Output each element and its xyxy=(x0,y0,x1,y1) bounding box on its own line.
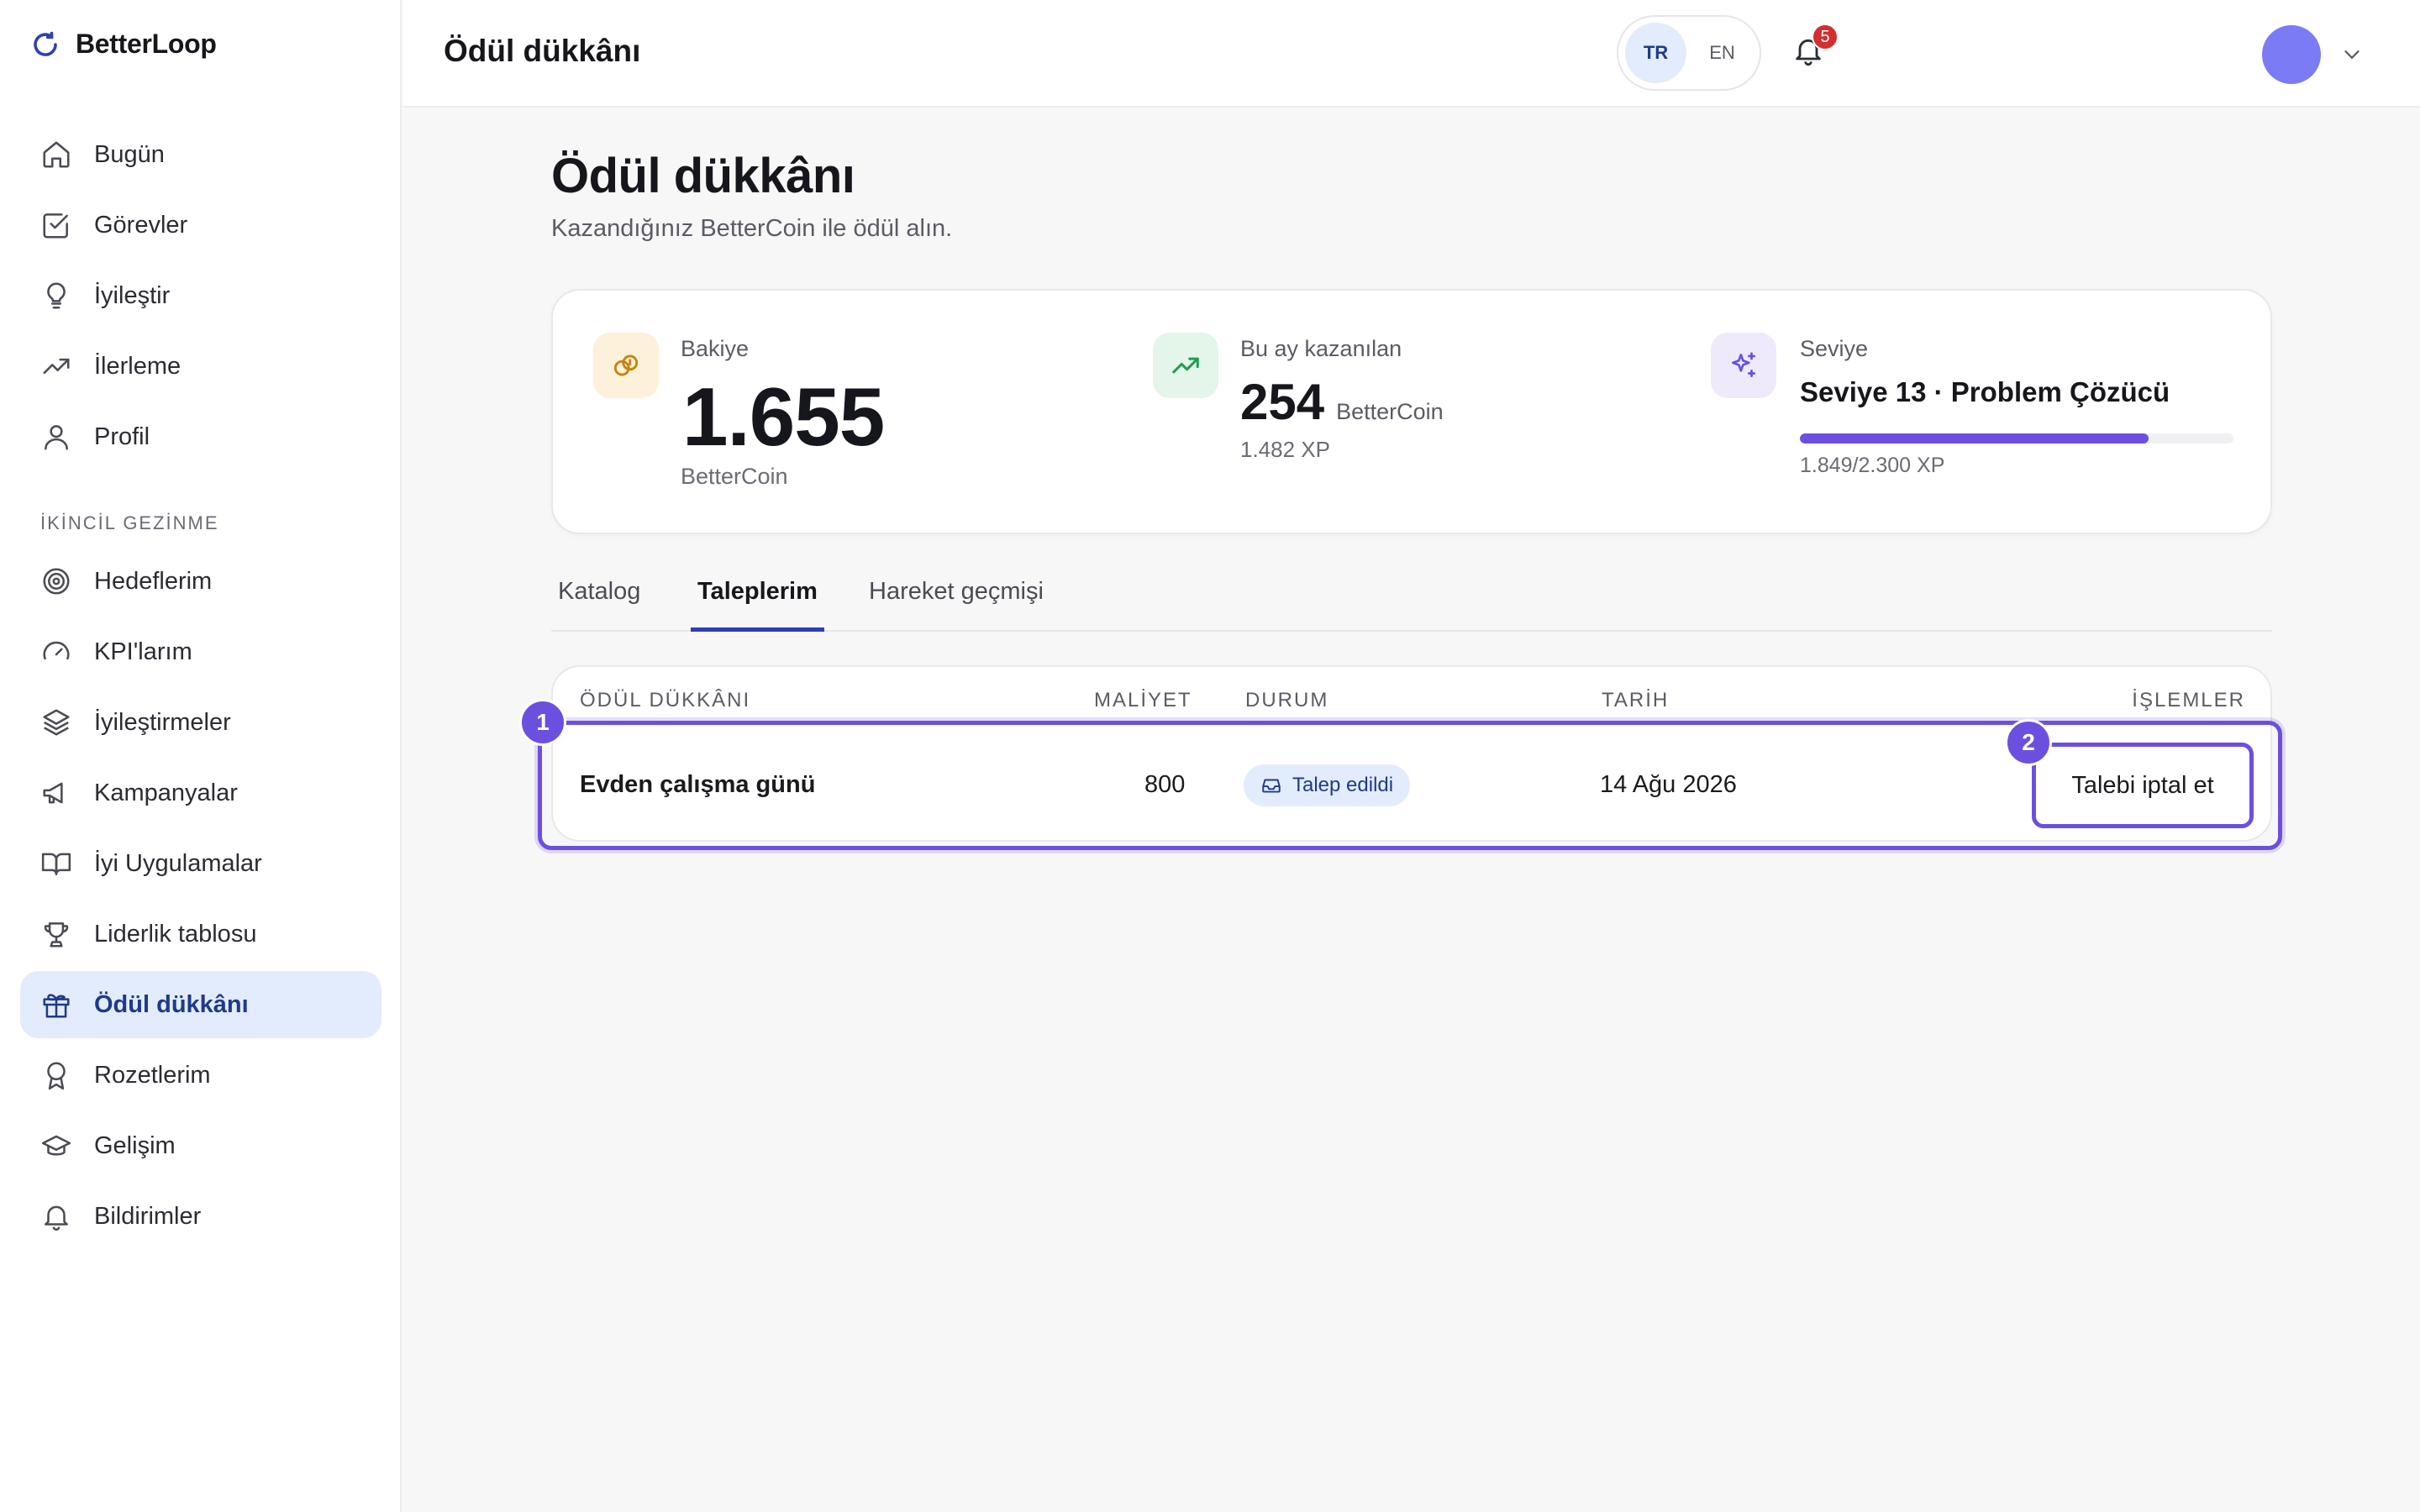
sidebar-item-label: Bildirimler xyxy=(94,1202,202,1230)
monthly-earned-value: 254 BetterCoin xyxy=(1240,373,1444,431)
sidebar-item-leaderboard[interactable]: Liderlik tablosu xyxy=(20,900,381,968)
cancel-request-button[interactable]: Talebi iptal et xyxy=(2032,743,2254,828)
row-date: 14 Ağu 2026 xyxy=(1600,771,1737,798)
sidebar-item-profile[interactable]: Profil xyxy=(20,403,381,470)
sidebar-item-tasks[interactable]: Görevler xyxy=(20,192,381,259)
annotation-marker-1: 1 xyxy=(519,699,566,746)
sidebar-item-progress[interactable]: İlerleme xyxy=(20,333,381,400)
home-icon xyxy=(43,141,70,168)
brand-name: BetterLoop xyxy=(76,29,217,59)
gift-icon xyxy=(43,994,70,1018)
language-switcher: TR EN xyxy=(1617,15,1761,91)
brand[interactable]: BetterLoop xyxy=(30,29,217,60)
balance-value: 1.655 xyxy=(682,370,885,463)
level-progress-fill xyxy=(1800,433,2149,444)
trending-up-icon xyxy=(1172,357,1199,374)
monthly-earned-number: 254 xyxy=(1240,374,1325,430)
row-cost: 800 xyxy=(1144,771,1186,798)
status-badge-label: Talep edildi xyxy=(1292,774,1394,796)
sidebar-item-notifications[interactable]: Bildirimler xyxy=(20,1183,381,1250)
sidebar-item-improve[interactable]: İyileştir xyxy=(20,262,381,329)
column-header-date: TARİH xyxy=(1602,689,1670,711)
notification-count-badge: 5 xyxy=(1812,24,1839,50)
page-title: Ödül dükkânı xyxy=(551,149,855,203)
user-icon xyxy=(45,425,68,450)
sidebar-item-reward-shop[interactable]: Ödül dükkânı xyxy=(20,971,381,1038)
column-header-status: DURUM xyxy=(1245,689,1329,711)
trending-up-icon xyxy=(43,358,70,375)
tab-transaction-history[interactable]: Hareket geçmişi xyxy=(862,578,1050,632)
chevron-down-icon[interactable] xyxy=(2339,42,2365,67)
language-en-button[interactable]: EN xyxy=(1691,23,1753,83)
column-header-actions: İŞLEMLER xyxy=(2132,689,2245,711)
gauge-icon xyxy=(43,641,70,660)
sidebar-item-label: İlerleme xyxy=(94,352,182,380)
tab-bar: Katalog Taleplerim Hareket geçmişi xyxy=(551,564,2272,632)
inbox-icon xyxy=(1262,779,1281,793)
topbar: Ödül dükkânı xyxy=(403,0,2420,108)
level-title: Seviye 13 · Problem Çözücü xyxy=(1800,376,2170,407)
award-icon xyxy=(47,1062,66,1090)
sidebar-item-development[interactable]: Gelişim xyxy=(20,1112,381,1179)
sidebar-item-label: İyi Uygulamalar xyxy=(94,849,262,877)
stats-card: Bakiye 1.655 BetterCoin Bu ay kazanılan … xyxy=(551,289,2272,534)
avatar[interactable] xyxy=(2262,25,2321,84)
monthly-earned-unit: BetterCoin xyxy=(1336,399,1444,424)
column-header-reward: ÖDÜL DÜKKÂNI xyxy=(580,689,751,711)
sidebar-item-improvements[interactable]: İyileştirmeler xyxy=(20,689,381,756)
megaphone-icon xyxy=(43,782,63,804)
lightbulb-icon xyxy=(47,282,66,309)
sidebar-item-label: Gelişim xyxy=(94,1131,176,1159)
row-reward-name: Evden çalışma günü xyxy=(580,771,816,798)
level-label: Seviye xyxy=(1800,336,1869,361)
sidebar-item-label: KPI'larım xyxy=(94,638,192,665)
level-progress-bar xyxy=(1800,433,2233,444)
sparkles-icon-tile xyxy=(1711,333,1776,398)
sidebar-item-label: İyileştirmeler xyxy=(94,708,231,736)
sidebar-item-label: Rozetlerim xyxy=(94,1061,211,1089)
book-icon xyxy=(41,853,71,875)
balance-label: Bakiye xyxy=(681,336,750,361)
trophy-icon xyxy=(44,922,69,948)
status-badge: Talep edildi xyxy=(1244,764,1411,806)
balance-unit: BetterCoin xyxy=(681,464,788,489)
sidebar-item-label: Ödül dükkânı xyxy=(94,990,249,1018)
language-tr-button[interactable]: TR xyxy=(1625,23,1686,83)
sidebar: BetterLoop Bugün Görevler İyileştir İler… xyxy=(0,0,402,1512)
annotation-marker-2: 2 xyxy=(2005,719,2052,766)
sidebar-item-campaigns[interactable]: Kampanyalar xyxy=(20,759,381,827)
coins-icon-tile xyxy=(593,333,659,398)
sidebar-item-label: İyileştir xyxy=(94,281,171,309)
sidebar-item-label: Hedeflerim xyxy=(94,567,213,595)
layers-icon xyxy=(43,709,70,736)
tab-my-requests[interactable]: Taleplerim xyxy=(691,578,824,632)
monthly-earned-label: Bu ay kazanılan xyxy=(1240,336,1402,361)
tab-catalog[interactable]: Katalog xyxy=(551,578,647,632)
sidebar-item-label: Bugün xyxy=(94,140,165,168)
sidebar-item-label: Görevler xyxy=(94,211,188,239)
target-icon xyxy=(43,568,70,595)
monthly-xp: 1.482 XP xyxy=(1240,437,1330,462)
sidebar-item-label: Profil xyxy=(94,423,150,450)
sidebar-item-label: Kampanyalar xyxy=(94,779,238,806)
sidebar-item-today[interactable]: Bugün xyxy=(20,121,381,188)
checkbox-icon xyxy=(43,213,68,239)
page-subtitle: Kazandığınız BetterCoin ile ödül alın. xyxy=(551,215,953,242)
coins-icon xyxy=(613,354,639,376)
loop-logo-icon xyxy=(34,31,57,56)
column-header-cost: MALİYET xyxy=(1094,689,1192,711)
sidebar-item-badges[interactable]: Rozetlerim xyxy=(20,1042,381,1109)
topbar-title: Ödül dükkânı xyxy=(444,34,641,68)
secondary-nav-heading: İKİNCİL GEZİNME xyxy=(40,512,219,533)
bell-icon xyxy=(45,1205,68,1231)
sparkles-icon xyxy=(1731,352,1756,378)
level-progress-text: 1.849/2.300 XP xyxy=(1800,454,1945,477)
sidebar-item-best-practices[interactable]: İyi Uygulamalar xyxy=(20,830,381,897)
sidebar-item-label: Liderlik tablosu xyxy=(94,920,257,948)
trend-icon-tile xyxy=(1153,333,1218,398)
sidebar-item-kpis[interactable]: KPI'larım xyxy=(20,618,381,685)
sidebar-item-goals[interactable]: Hedeflerim xyxy=(20,548,381,615)
graduation-cap-icon xyxy=(41,1135,71,1156)
